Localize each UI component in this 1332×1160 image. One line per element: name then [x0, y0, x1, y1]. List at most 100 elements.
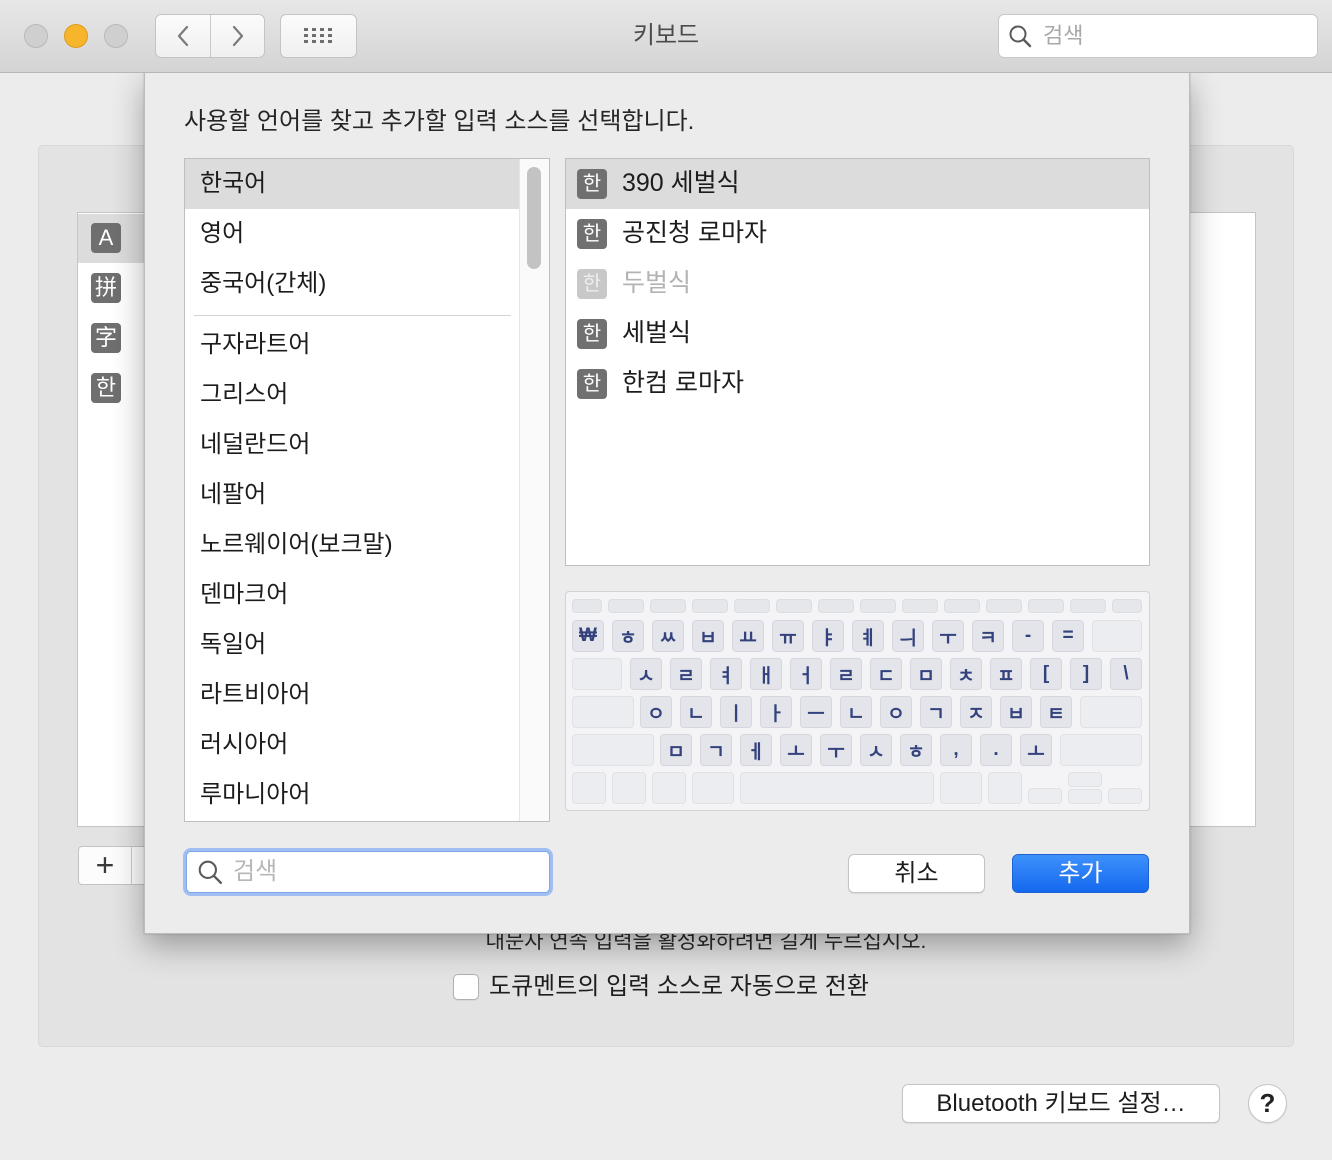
language-item[interactable]: 네덜란드어: [185, 420, 519, 470]
keyboard-layout-preview: ₩ ㅎㅆㅂㅛㅠㅑㅖㅢㅜㅋ - = ㅅㄹㅕㅐㅓㄹㄷㅁㅊㅍ[] \ ㅇㄴㅣㅏㅡㄴㅇㄱㅈㅂㅌㅁㄱㅔ…: [565, 591, 1150, 811]
keyboard-key: ㅅ: [630, 658, 662, 690]
bluetooth-keyboard-setup-button[interactable]: Bluetooth 키보드 설정…: [902, 1084, 1220, 1123]
input-source-option[interactable]: 한 390 세벌식: [566, 159, 1149, 209]
hangul-badge-icon: 한: [577, 169, 607, 199]
keyboard-key: ㅡ: [800, 696, 832, 728]
input-source-option[interactable]: 한 공진청 로마자: [566, 209, 1149, 259]
keyboard-key: ㅇ: [880, 696, 912, 728]
keyboard-key: ㅁ: [910, 658, 942, 690]
language-item[interactable]: 독일어: [185, 620, 519, 670]
keyboard-key-blank: [734, 599, 770, 613]
keyboard-key-blank: [940, 772, 982, 804]
language-item[interactable]: 영어: [185, 209, 519, 259]
keyboard-key: .: [980, 734, 1012, 766]
keyboard-key: =: [1052, 620, 1084, 652]
pinyin-input-icon: 拼: [91, 273, 121, 303]
toolbar-search-field[interactable]: 검색: [998, 14, 1318, 58]
hangul-badge-icon: 한: [577, 319, 607, 349]
add-button[interactable]: 추가: [1012, 854, 1149, 893]
keyboard-key: [: [1030, 658, 1062, 690]
language-item[interactable]: 그리스어: [185, 370, 519, 420]
keyboard-key: ]: [1070, 658, 1102, 690]
search-icon: [198, 860, 223, 885]
hangul-input-icon: 한: [91, 373, 121, 403]
keyboard-key-blank: [692, 599, 728, 613]
keyboard-key-blank: [986, 599, 1022, 613]
keyboard-key: ₩: [572, 620, 604, 652]
language-search-field[interactable]: 검색: [186, 851, 550, 893]
keyboard-key-blank: [572, 772, 606, 804]
keyboard-key: ㅎ: [900, 734, 932, 766]
input-source-option[interactable]: 한 세벌식: [566, 309, 1149, 359]
keyboard-key: -: [1012, 620, 1044, 652]
keyboard-key: ㅔ: [740, 734, 772, 766]
language-item[interactable]: 루마니아어: [185, 770, 519, 820]
keyboard-key-blank: [1068, 772, 1102, 787]
language-item[interactable]: 러시아어: [185, 720, 519, 770]
keyboard-key-blank: [692, 772, 734, 804]
keyboard-key: ㄹ: [830, 658, 862, 690]
input-source-option-disabled: 한 두벌식: [566, 259, 1149, 309]
keyboard-key: ㅜ: [820, 734, 852, 766]
keyboard-key-blank: [1068, 789, 1102, 804]
keyboard-key: ㅢ: [892, 620, 924, 652]
keyboard-key-blank: [1108, 788, 1142, 804]
keyboard-key: ㄱ: [920, 696, 952, 728]
segment-divider: [131, 847, 132, 884]
keyboard-key-blank: [650, 599, 686, 613]
input-source-option[interactable]: 한 한컴 로마자: [566, 359, 1149, 409]
help-button[interactable]: ?: [1248, 1084, 1287, 1123]
language-item[interactable]: 한국어: [185, 159, 519, 209]
search-icon: [1009, 25, 1032, 48]
auto-switch-checkbox[interactable]: [453, 974, 479, 1000]
language-list-scrollbar[interactable]: [519, 159, 549, 821]
keyboard-key-blank: [608, 599, 644, 613]
hangul-badge-icon: 한: [577, 219, 607, 249]
input-source-option-label: 두벌식: [622, 269, 692, 297]
keyboard-key-blank: [572, 658, 622, 690]
language-item[interactable]: 덴마크어: [185, 570, 519, 620]
keyboard-key: ㄴ: [680, 696, 712, 728]
input-source-option-label: 한컴 로마자: [622, 369, 744, 397]
scrollbar-thumb[interactable]: [527, 167, 541, 269]
keyboard-key: ㅣ: [720, 696, 752, 728]
language-item[interactable]: 구자라트어: [185, 320, 519, 370]
language-item[interactable]: 중국어(간체): [185, 259, 519, 309]
hangul-badge-icon: 한: [577, 269, 607, 299]
add-input-source-button[interactable]: +: [79, 847, 131, 884]
keyboard-key-blank: [776, 599, 812, 613]
language-item[interactable]: 노르웨이어(보크말): [185, 520, 519, 570]
keyboard-key-blank: [860, 599, 896, 613]
keyboard-key: ㅅ: [860, 734, 892, 766]
keyboard-key: ㅈ: [960, 696, 992, 728]
keyboard-key: ,: [940, 734, 972, 766]
auto-switch-label[interactable]: 도큐멘트의 입력 소스로 자동으로 전환: [489, 972, 869, 1002]
keyboard-key: ㅐ: [750, 658, 782, 690]
keyboard-key: ㅜ: [932, 620, 964, 652]
keyboard-key-blank: [944, 599, 980, 613]
keyboard-key: ㅂ: [692, 620, 724, 652]
keyboard-key-blank: [740, 772, 934, 804]
cancel-button[interactable]: 취소: [848, 854, 985, 893]
keyboard-key: ㄷ: [870, 658, 902, 690]
language-list[interactable]: 한국어 영어 중국어(간체) 구자라트어 그리스어 네덜란드어 네팔어 노르웨이…: [184, 158, 550, 822]
keyboard-key: ㅠ: [772, 620, 804, 652]
keyboard-key: ㄹ: [670, 658, 702, 690]
keyboard-key: ㅌ: [1040, 696, 1072, 728]
input-source-option-label: 공진청 로마자: [622, 219, 767, 247]
search-placeholder: 검색: [1043, 23, 1084, 48]
input-source-options-list[interactable]: 한 390 세벌식 한 공진청 로마자 한 두벌식 한 세벌식 한 한컴 로마자: [565, 158, 1150, 566]
keyboard-key-blank: [902, 599, 938, 613]
keyboard-key: ㅁ: [660, 734, 692, 766]
keyboard-key: ㅖ: [852, 620, 884, 652]
keyboard-key-blank: [612, 772, 646, 804]
keyboard-key-blank: [1028, 599, 1064, 613]
keyboard-key: ㅂ: [1000, 696, 1032, 728]
keyboard-key: ㅎ: [612, 620, 644, 652]
keyboard-key: ㅍ: [990, 658, 1022, 690]
title-bar: 키보드 검색: [0, 0, 1332, 73]
language-item[interactable]: 네팔어: [185, 470, 519, 520]
language-item[interactable]: 라트비아어: [185, 670, 519, 720]
sheet-instruction: 사용할 언어를 찾고 추가할 입력 소스를 선택합니다.: [184, 108, 695, 135]
keyboard-key-blank: [572, 734, 654, 766]
